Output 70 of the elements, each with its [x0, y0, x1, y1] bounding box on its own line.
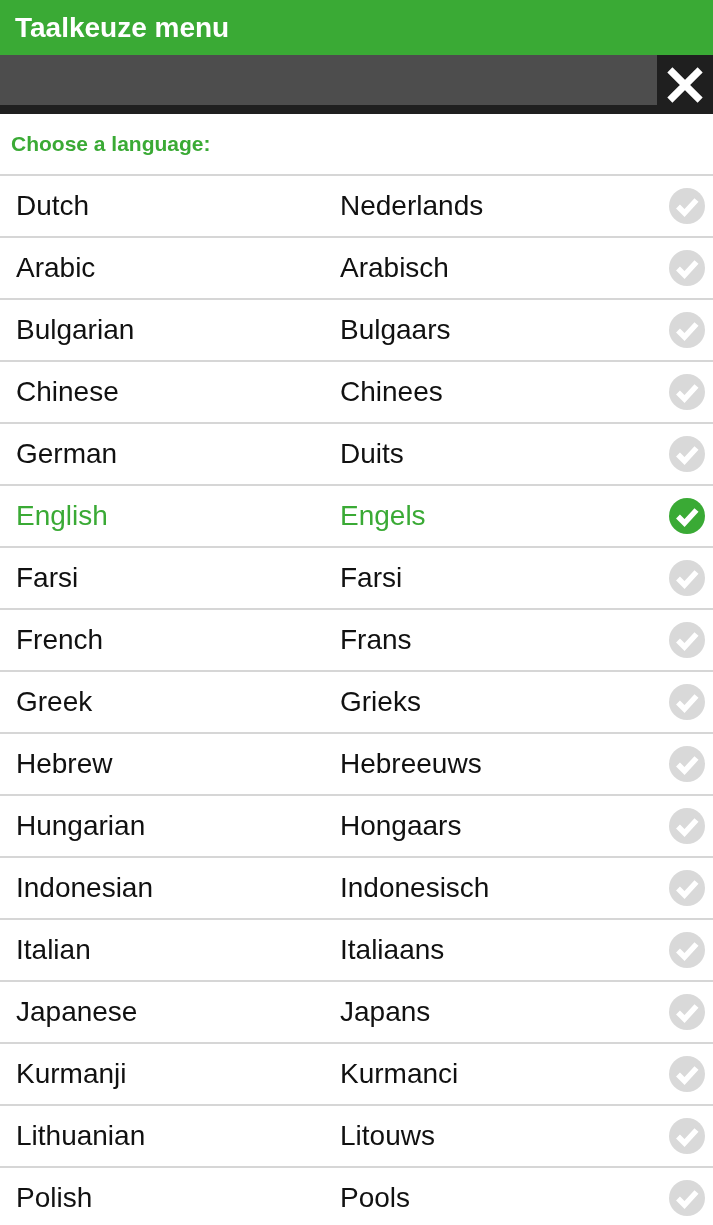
check-icon	[669, 1180, 705, 1216]
language-item[interactable]: Polish Pools	[0, 1168, 713, 1225]
language-item[interactable]: Dutch Nederlands	[0, 176, 713, 238]
language-item[interactable]: Greek Grieks	[0, 672, 713, 734]
native-name: Hebreeuws	[340, 748, 483, 780]
check-icon	[669, 498, 705, 534]
native-name: Pools	[340, 1182, 412, 1214]
check-icon	[669, 436, 705, 472]
native-name: Grieks	[340, 686, 422, 718]
check-icon	[669, 932, 705, 968]
window-title: Taalkeuze menu	[15, 11, 230, 44]
check-icon	[669, 374, 705, 410]
language-name: Kurmanji	[16, 1058, 128, 1090]
check-icon	[669, 560, 705, 596]
language-name: Chinese	[16, 376, 120, 408]
native-name: Chinees	[340, 376, 444, 408]
native-name: Duits	[340, 438, 405, 470]
language-name: Japanese	[16, 996, 139, 1028]
language-name: Farsi	[16, 562, 80, 594]
language-name: Lithuanian	[16, 1120, 147, 1152]
language-item[interactable]: Indonesian Indonesisch	[0, 858, 713, 920]
check-icon	[669, 808, 705, 844]
check-icon	[669, 1056, 705, 1092]
native-name: Italiaans	[340, 934, 446, 966]
language-name: Italian	[16, 934, 92, 966]
check-icon	[669, 684, 705, 720]
language-name: Bulgarian	[16, 314, 136, 346]
language-name: German	[16, 438, 119, 470]
language-item[interactable]: Hebrew Hebreeuws	[0, 734, 713, 796]
language-name: Hungarian	[16, 810, 147, 842]
native-name: Nederlands	[340, 190, 485, 222]
native-name: Hongaars	[340, 810, 463, 842]
language-item[interactable]: Lithuanian Litouws	[0, 1106, 713, 1168]
check-icon	[669, 188, 705, 224]
language-item[interactable]: Chinese Chinees	[0, 362, 713, 424]
check-icon	[669, 1118, 705, 1154]
native-name: Frans	[340, 624, 413, 656]
language-item[interactable]: Japanese Japans	[0, 982, 713, 1044]
check-icon	[669, 312, 705, 348]
native-name: Kurmanci	[340, 1058, 460, 1090]
prompt-label: Choose a language:	[0, 114, 713, 176]
check-icon	[669, 746, 705, 782]
language-name: Polish	[16, 1182, 94, 1214]
native-name: Indonesisch	[340, 872, 491, 904]
check-icon	[669, 994, 705, 1030]
language-item[interactable]: Italian Italiaans	[0, 920, 713, 982]
native-name: Bulgaars	[340, 314, 452, 346]
native-name: Arabisch	[340, 252, 450, 284]
check-icon	[669, 870, 705, 906]
native-name: Farsi	[340, 562, 404, 594]
language-name: Hebrew	[16, 748, 114, 780]
language-name: Greek	[16, 686, 94, 718]
language-item[interactable]: Hungarian Hongaars	[0, 796, 713, 858]
close-icon	[667, 66, 703, 103]
native-name: Japans	[340, 996, 432, 1028]
check-icon	[669, 622, 705, 658]
native-name: Litouws	[340, 1120, 436, 1152]
language-item[interactable]: Kurmanji Kurmanci	[0, 1044, 713, 1106]
language-name: Arabic	[16, 252, 97, 284]
language-name: Indonesian	[16, 872, 154, 904]
language-name: English	[16, 500, 109, 532]
language-item[interactable]: Bulgarian Bulgaars	[0, 300, 713, 362]
language-item[interactable]: Arabic Arabisch	[0, 238, 713, 300]
language-item[interactable]: French Frans	[0, 610, 713, 672]
native-name: Engels	[340, 500, 427, 532]
language-name: Dutch	[16, 190, 91, 222]
language-item[interactable]: German Duits	[0, 424, 713, 486]
language-name: French	[16, 624, 105, 656]
check-icon	[669, 250, 705, 286]
language-item[interactable]: Farsi Farsi	[0, 548, 713, 610]
